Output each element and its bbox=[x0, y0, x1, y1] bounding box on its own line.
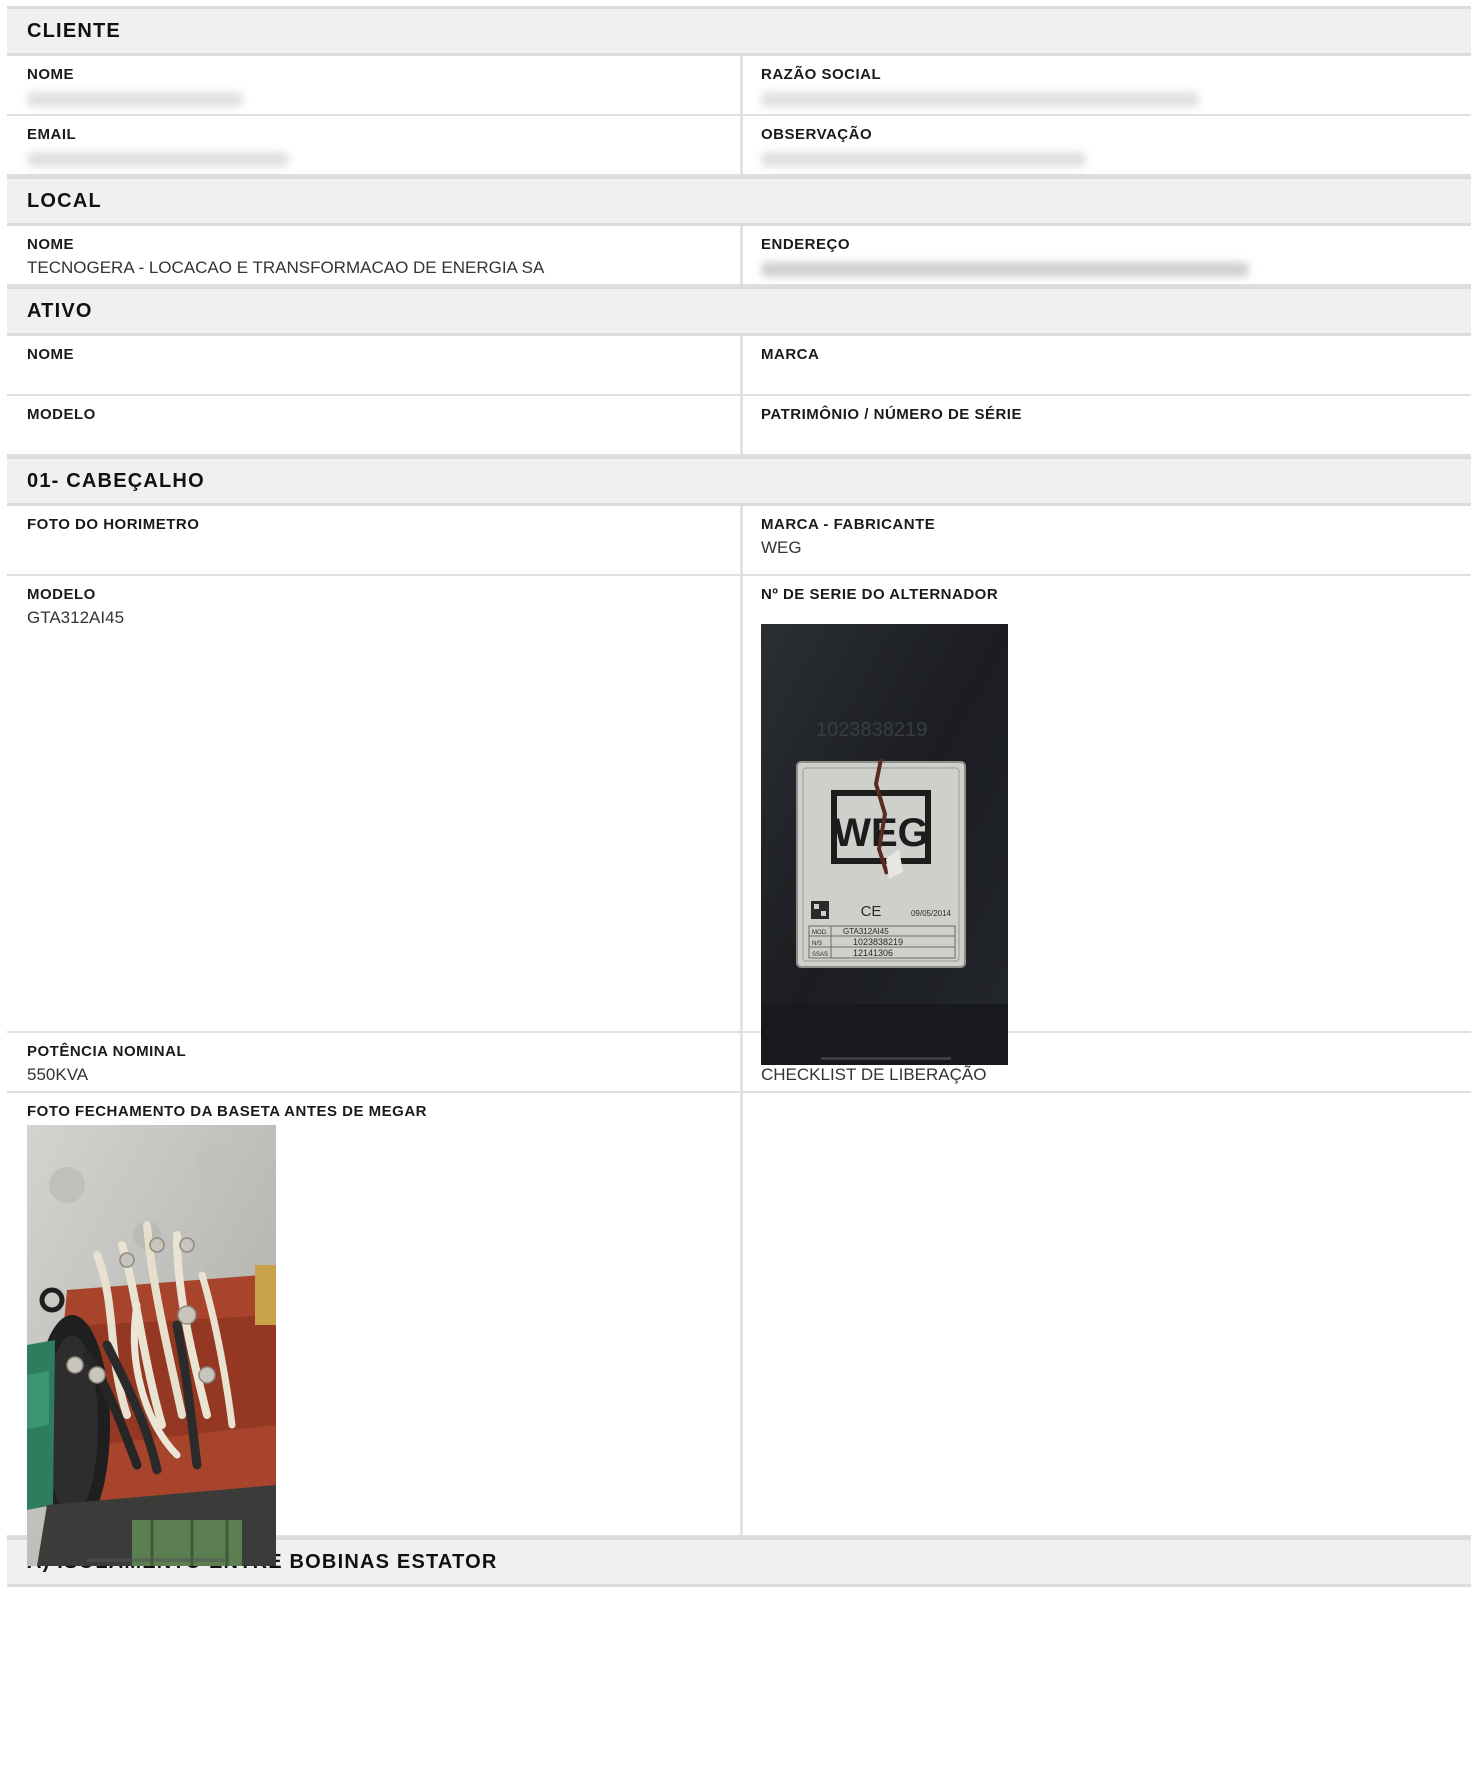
cabecalho-row-2: MODELO GTA312AI45 Nº DE SERIE DO ALTERNA… bbox=[7, 576, 1471, 1065]
local-endereco-redacted bbox=[761, 262, 1249, 277]
modelo-value: GTA312AI45 bbox=[27, 608, 125, 627]
ativo-patrimonio-cell: PATRIMÔNIO / NÚMERO DE SÉRIE bbox=[743, 396, 1471, 454]
serie-alternador-cell: Nº DE SERIE DO ALTERNADOR 1023838219 WEG… bbox=[743, 576, 1471, 1065]
section-header-local: LOCAL bbox=[7, 176, 1471, 226]
serie-alternador-label: Nº DE SERIE DO ALTERNADOR bbox=[761, 586, 999, 603]
ativo-marca-label: MARCA bbox=[761, 346, 820, 363]
foto-horimetro-label: FOTO DO HORIMETRO bbox=[27, 516, 200, 533]
cliente-email-label: EMAIL bbox=[27, 126, 77, 143]
local-row-1: NOME TECNOGERA - LOCACAO E TRANSFORMACAO… bbox=[7, 226, 1471, 286]
baseta-photo-graphic bbox=[27, 1125, 276, 1566]
tipo-checklist-value: CHECKLIST DE LIBERAÇÃO bbox=[761, 1065, 987, 1084]
marca-fabricante-value: WEG bbox=[761, 538, 802, 557]
cliente-row-1: NOME RAZÃO SOCIAL bbox=[7, 56, 1471, 116]
plate-ssas-value: 12141306 bbox=[853, 948, 893, 958]
ativo-row-2: MODELO PATRIMÔNIO / NÚMERO DE SÉRIE bbox=[7, 396, 1471, 456]
cliente-nome-label: NOME bbox=[27, 66, 74, 83]
potencia-label: POTÊNCIA NOMINAL bbox=[27, 1043, 187, 1060]
ativo-nome-label: NOME bbox=[27, 346, 74, 363]
section-header-cliente: CLIENTE bbox=[7, 6, 1471, 56]
plate-date: 09/05/2014 bbox=[911, 909, 952, 918]
plate-mod-label: MOD. bbox=[812, 930, 828, 936]
cabecalho-row-3: POTÊNCIA NOMINAL 550KVA TIPO DE CHECKLIS… bbox=[7, 1033, 1471, 1093]
cliente-nome-cell: NOME bbox=[7, 56, 743, 114]
modelo-label: MODELO bbox=[27, 586, 96, 603]
cliente-razao-cell: RAZÃO SOCIAL bbox=[743, 56, 1471, 114]
cliente-razao-label: RAZÃO SOCIAL bbox=[761, 66, 882, 83]
plate-mod-value: GTA312AI45 bbox=[843, 927, 889, 936]
local-endereco-cell: ENDEREÇO bbox=[743, 226, 1471, 284]
potencia-cell: POTÊNCIA NOMINAL 550KVA bbox=[7, 1033, 743, 1091]
cabecalho-row-1: FOTO DO HORIMETRO MARCA - FABRICANTE WEG bbox=[7, 506, 1471, 576]
cliente-obs-cell: OBSERVAÇÃO bbox=[743, 116, 1471, 174]
cabecalho-row-4: FOTO FECHAMENTO DA BASETA ANTES DE MEGAR bbox=[7, 1093, 1471, 1566]
foto-baseta-label: FOTO FECHAMENTO DA BASETA ANTES DE MEGAR bbox=[27, 1103, 428, 1120]
nameplate-photo[interactable]: 1023838219 WEG CE 09/05/2014 MOD. GTA312… bbox=[761, 624, 1008, 1065]
cliente-row-2: EMAIL OBSERVAÇÃO bbox=[7, 116, 1471, 176]
local-endereco-label: ENDEREÇO bbox=[761, 236, 851, 253]
stencil-serial: 1023838219 bbox=[816, 719, 927, 741]
plate-ns-value: 1023838219 bbox=[853, 937, 903, 947]
foto-baseta-empty-cell bbox=[743, 1093, 1471, 1535]
cliente-razao-redacted bbox=[761, 92, 1199, 107]
potencia-value: 550KVA bbox=[27, 1065, 89, 1084]
ativo-modelo-label: MODELO bbox=[27, 406, 96, 423]
plate-ssas-label: SSAS bbox=[812, 952, 828, 958]
foto-horimetro-cell: FOTO DO HORIMETRO bbox=[7, 506, 743, 574]
ativo-row-1: NOME MARCA bbox=[7, 336, 1471, 396]
local-nome-label: NOME bbox=[27, 236, 74, 253]
cliente-email-redacted bbox=[27, 152, 289, 167]
section-header-ativo: ATIVO bbox=[7, 286, 1471, 336]
checklist-report: CLIENTE NOME RAZÃO SOCIAL EMAIL OBSERVAÇ… bbox=[7, 6, 1471, 1587]
ce-mark: CE bbox=[861, 903, 882, 920]
ativo-nome-cell: NOME bbox=[7, 336, 743, 394]
foto-baseta-cell: FOTO FECHAMENTO DA BASETA ANTES DE MEGAR bbox=[7, 1093, 743, 1566]
local-nome-cell: NOME TECNOGERA - LOCACAO E TRANSFORMACAO… bbox=[7, 226, 743, 284]
nameplate-photo-graphic: 1023838219 WEG CE 09/05/2014 MOD. GTA312… bbox=[761, 624, 1008, 1065]
marca-fabricante-label: MARCA - FABRICANTE bbox=[761, 516, 936, 533]
marca-fabricante-cell: MARCA - FABRICANTE WEG bbox=[743, 506, 1471, 574]
local-nome-value: TECNOGERA - LOCACAO E TRANSFORMACAO DE E… bbox=[27, 258, 545, 277]
baseta-photo[interactable] bbox=[27, 1125, 276, 1566]
cliente-email-cell: EMAIL bbox=[7, 116, 743, 174]
ativo-patrimonio-label: PATRIMÔNIO / NÚMERO DE SÉRIE bbox=[761, 406, 1022, 423]
ativo-modelo-cell: MODELO bbox=[7, 396, 743, 454]
section-header-cabecalho: 01- CABEÇALHO bbox=[7, 456, 1471, 506]
plate-ns-label: N/S bbox=[812, 941, 822, 947]
cliente-nome-redacted bbox=[27, 92, 243, 107]
cliente-obs-label: OBSERVAÇÃO bbox=[761, 126, 873, 143]
cliente-obs-redacted bbox=[761, 152, 1086, 167]
modelo-cell: MODELO GTA312AI45 bbox=[7, 576, 743, 1031]
ativo-marca-cell: MARCA bbox=[743, 336, 1471, 394]
